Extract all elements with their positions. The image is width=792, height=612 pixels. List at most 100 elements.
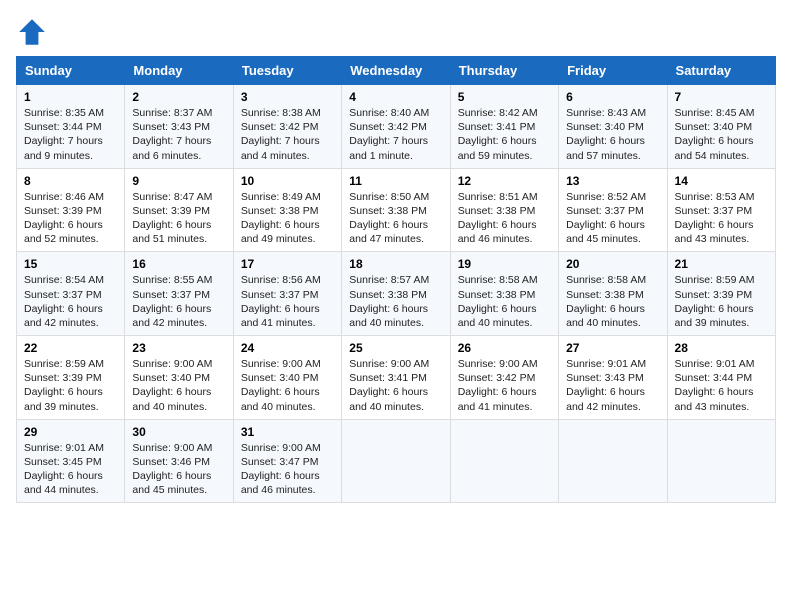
day-number: 6: [566, 90, 659, 104]
day-info: Sunrise: 8:55 AM Sunset: 3:37 PM Dayligh…: [132, 273, 225, 330]
calendar-cell: 1 Sunrise: 8:35 AM Sunset: 3:44 PM Dayli…: [17, 85, 125, 169]
column-header-tuesday: Tuesday: [233, 57, 341, 85]
day-number: 21: [675, 257, 768, 271]
day-info: Sunrise: 9:00 AM Sunset: 3:40 PM Dayligh…: [241, 357, 334, 414]
calendar-cell: 20 Sunrise: 8:58 AM Sunset: 3:38 PM Dayl…: [559, 252, 667, 336]
day-number: 16: [132, 257, 225, 271]
day-info: Sunrise: 8:42 AM Sunset: 3:41 PM Dayligh…: [458, 106, 551, 163]
calendar-cell: 27 Sunrise: 9:01 AM Sunset: 3:43 PM Dayl…: [559, 336, 667, 420]
day-number: 13: [566, 174, 659, 188]
day-info: Sunrise: 8:40 AM Sunset: 3:42 PM Dayligh…: [349, 106, 442, 163]
day-info: Sunrise: 9:01 AM Sunset: 3:43 PM Dayligh…: [566, 357, 659, 414]
day-info: Sunrise: 8:51 AM Sunset: 3:38 PM Dayligh…: [458, 190, 551, 247]
day-info: Sunrise: 8:59 AM Sunset: 3:39 PM Dayligh…: [24, 357, 117, 414]
day-number: 17: [241, 257, 334, 271]
day-number: 22: [24, 341, 117, 355]
calendar-cell: 4 Sunrise: 8:40 AM Sunset: 3:42 PM Dayli…: [342, 85, 450, 169]
calendar-cell: 29 Sunrise: 9:01 AM Sunset: 3:45 PM Dayl…: [17, 419, 125, 503]
calendar-cell: 21 Sunrise: 8:59 AM Sunset: 3:39 PM Dayl…: [667, 252, 775, 336]
day-number: 3: [241, 90, 334, 104]
day-info: Sunrise: 9:01 AM Sunset: 3:45 PM Dayligh…: [24, 441, 117, 498]
day-number: 31: [241, 425, 334, 439]
day-info: Sunrise: 9:00 AM Sunset: 3:40 PM Dayligh…: [132, 357, 225, 414]
day-info: Sunrise: 8:58 AM Sunset: 3:38 PM Dayligh…: [566, 273, 659, 330]
calendar-cell: 28 Sunrise: 9:01 AM Sunset: 3:44 PM Dayl…: [667, 336, 775, 420]
day-number: 10: [241, 174, 334, 188]
calendar-cell: 2 Sunrise: 8:37 AM Sunset: 3:43 PM Dayli…: [125, 85, 233, 169]
calendar-cell: 5 Sunrise: 8:42 AM Sunset: 3:41 PM Dayli…: [450, 85, 558, 169]
day-number: 29: [24, 425, 117, 439]
logo: [16, 16, 52, 48]
calendar-cell: 16 Sunrise: 8:55 AM Sunset: 3:37 PM Dayl…: [125, 252, 233, 336]
day-info: Sunrise: 9:00 AM Sunset: 3:46 PM Dayligh…: [132, 441, 225, 498]
day-info: Sunrise: 8:37 AM Sunset: 3:43 PM Dayligh…: [132, 106, 225, 163]
day-info: Sunrise: 8:50 AM Sunset: 3:38 PM Dayligh…: [349, 190, 442, 247]
calendar-cell: 10 Sunrise: 8:49 AM Sunset: 3:38 PM Dayl…: [233, 168, 341, 252]
header: [16, 16, 776, 48]
calendar-cell: 6 Sunrise: 8:43 AM Sunset: 3:40 PM Dayli…: [559, 85, 667, 169]
day-number: 4: [349, 90, 442, 104]
column-header-friday: Friday: [559, 57, 667, 85]
day-number: 26: [458, 341, 551, 355]
calendar-cell: 17 Sunrise: 8:56 AM Sunset: 3:37 PM Dayl…: [233, 252, 341, 336]
day-info: Sunrise: 9:00 AM Sunset: 3:41 PM Dayligh…: [349, 357, 442, 414]
day-number: 9: [132, 174, 225, 188]
column-header-wednesday: Wednesday: [342, 57, 450, 85]
day-number: 15: [24, 257, 117, 271]
day-info: Sunrise: 9:01 AM Sunset: 3:44 PM Dayligh…: [675, 357, 768, 414]
day-info: Sunrise: 8:57 AM Sunset: 3:38 PM Dayligh…: [349, 273, 442, 330]
calendar-cell: 11 Sunrise: 8:50 AM Sunset: 3:38 PM Dayl…: [342, 168, 450, 252]
day-info: Sunrise: 8:59 AM Sunset: 3:39 PM Dayligh…: [675, 273, 768, 330]
day-number: 7: [675, 90, 768, 104]
day-number: 18: [349, 257, 442, 271]
logo-icon: [16, 16, 48, 48]
day-info: Sunrise: 9:00 AM Sunset: 3:47 PM Dayligh…: [241, 441, 334, 498]
calendar-cell: 7 Sunrise: 8:45 AM Sunset: 3:40 PM Dayli…: [667, 85, 775, 169]
day-number: 25: [349, 341, 442, 355]
day-number: 19: [458, 257, 551, 271]
day-info: Sunrise: 8:38 AM Sunset: 3:42 PM Dayligh…: [241, 106, 334, 163]
day-number: 24: [241, 341, 334, 355]
day-info: Sunrise: 8:35 AM Sunset: 3:44 PM Dayligh…: [24, 106, 117, 163]
day-info: Sunrise: 8:56 AM Sunset: 3:37 PM Dayligh…: [241, 273, 334, 330]
day-info: Sunrise: 8:49 AM Sunset: 3:38 PM Dayligh…: [241, 190, 334, 247]
calendar: SundayMondayTuesdayWednesdayThursdayFrid…: [16, 56, 776, 503]
day-info: Sunrise: 8:54 AM Sunset: 3:37 PM Dayligh…: [24, 273, 117, 330]
day-info: Sunrise: 8:47 AM Sunset: 3:39 PM Dayligh…: [132, 190, 225, 247]
calendar-cell: 3 Sunrise: 8:38 AM Sunset: 3:42 PM Dayli…: [233, 85, 341, 169]
day-number: 27: [566, 341, 659, 355]
calendar-cell: [342, 419, 450, 503]
calendar-cell: 26 Sunrise: 9:00 AM Sunset: 3:42 PM Dayl…: [450, 336, 558, 420]
calendar-cell: 31 Sunrise: 9:00 AM Sunset: 3:47 PM Dayl…: [233, 419, 341, 503]
calendar-cell: 23 Sunrise: 9:00 AM Sunset: 3:40 PM Dayl…: [125, 336, 233, 420]
calendar-cell: 13 Sunrise: 8:52 AM Sunset: 3:37 PM Dayl…: [559, 168, 667, 252]
calendar-cell: [559, 419, 667, 503]
calendar-cell: 19 Sunrise: 8:58 AM Sunset: 3:38 PM Dayl…: [450, 252, 558, 336]
day-number: 5: [458, 90, 551, 104]
calendar-cell: 14 Sunrise: 8:53 AM Sunset: 3:37 PM Dayl…: [667, 168, 775, 252]
calendar-cell: 8 Sunrise: 8:46 AM Sunset: 3:39 PM Dayli…: [17, 168, 125, 252]
day-number: 1: [24, 90, 117, 104]
day-info: Sunrise: 8:45 AM Sunset: 3:40 PM Dayligh…: [675, 106, 768, 163]
day-number: 12: [458, 174, 551, 188]
calendar-cell: 30 Sunrise: 9:00 AM Sunset: 3:46 PM Dayl…: [125, 419, 233, 503]
day-info: Sunrise: 9:00 AM Sunset: 3:42 PM Dayligh…: [458, 357, 551, 414]
day-info: Sunrise: 8:53 AM Sunset: 3:37 PM Dayligh…: [675, 190, 768, 247]
day-info: Sunrise: 8:58 AM Sunset: 3:38 PM Dayligh…: [458, 273, 551, 330]
day-info: Sunrise: 8:46 AM Sunset: 3:39 PM Dayligh…: [24, 190, 117, 247]
column-header-monday: Monday: [125, 57, 233, 85]
calendar-cell: [450, 419, 558, 503]
day-number: 30: [132, 425, 225, 439]
calendar-cell: 22 Sunrise: 8:59 AM Sunset: 3:39 PM Dayl…: [17, 336, 125, 420]
day-number: 28: [675, 341, 768, 355]
calendar-cell: 12 Sunrise: 8:51 AM Sunset: 3:38 PM Dayl…: [450, 168, 558, 252]
calendar-cell: 24 Sunrise: 9:00 AM Sunset: 3:40 PM Dayl…: [233, 336, 341, 420]
calendar-cell: 15 Sunrise: 8:54 AM Sunset: 3:37 PM Dayl…: [17, 252, 125, 336]
calendar-cell: 9 Sunrise: 8:47 AM Sunset: 3:39 PM Dayli…: [125, 168, 233, 252]
day-info: Sunrise: 8:43 AM Sunset: 3:40 PM Dayligh…: [566, 106, 659, 163]
column-header-thursday: Thursday: [450, 57, 558, 85]
day-number: 23: [132, 341, 225, 355]
day-number: 20: [566, 257, 659, 271]
column-header-sunday: Sunday: [17, 57, 125, 85]
day-number: 14: [675, 174, 768, 188]
